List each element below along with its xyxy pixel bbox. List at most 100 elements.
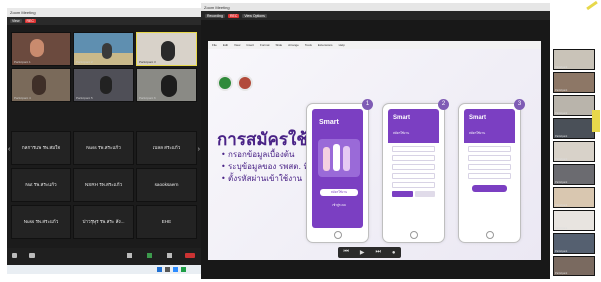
participant-figure [30, 39, 44, 57]
phone-header: Smart สมัครใช้งาน [464, 109, 515, 143]
menu-tools[interactable]: Tools [305, 43, 312, 47]
name-tile[interactable]: เบลล สระแก้ว [136, 131, 197, 165]
menu-insert[interactable]: Insert [246, 43, 254, 47]
main-window-titlebar: Zoom Meeting [201, 3, 550, 11]
tile-caption: Participant [555, 204, 568, 207]
next-icon[interactable]: ⏭ [375, 249, 380, 256]
next-page-arrow-icon[interactable]: › [198, 146, 200, 153]
illustration-people [318, 139, 360, 177]
phone-screen: Smart สมัครใช้งาน [464, 109, 515, 228]
participant-name: NSRH รพ.สระแก้ว [84, 182, 123, 188]
strip-video-tile[interactable]: Participant [553, 141, 595, 162]
tile-caption: Participant [555, 181, 568, 184]
strip-video-tile[interactable]: Participant [553, 95, 595, 116]
strip-video-tile[interactable]: Participant [553, 187, 595, 208]
chat-icon[interactable] [127, 253, 132, 258]
home-button-icon [333, 231, 342, 239]
menu-format[interactable]: Format [260, 43, 270, 47]
record-icon[interactable]: ● [392, 250, 396, 256]
menu-extensions[interactable]: Extensions [318, 43, 333, 47]
name-tile[interactable]: saooksaern [136, 168, 197, 202]
left-window-title: Zoom Meeting [10, 10, 36, 15]
strip-video-tile[interactable]: Participant [553, 118, 595, 139]
login-link[interactable]: เข้าสู่ระบบ [320, 203, 358, 208]
app-name: Smart [393, 115, 411, 121]
app-name: Smart [469, 115, 487, 121]
name-tile[interactable]: Nut รพ.สระแก้ว [11, 168, 71, 202]
participant-name: กลการแพ รพ.สมใจ [21, 145, 61, 151]
participant-name: Nuss รพ.สระแก้ว [86, 145, 121, 151]
strip-video-tile[interactable]: Participant [553, 164, 595, 185]
menu-help[interactable]: Help [339, 43, 345, 47]
view-options-pill[interactable]: View Options [242, 13, 267, 18]
start-icon[interactable] [157, 267, 162, 272]
phone-screen: Smart สมัครใช้งาน [388, 109, 439, 228]
zoom-app-icon[interactable] [173, 267, 178, 272]
rec-pill[interactable]: REC [24, 19, 36, 23]
option-button[interactable] [392, 191, 413, 197]
name-tile[interactable]: กลการแพ รพ.สมใจ [11, 131, 71, 165]
menu-file[interactable]: File [212, 43, 217, 47]
step-badge: 2 [438, 99, 449, 110]
recording-pill[interactable]: Recording [205, 13, 225, 18]
form-field[interactable] [468, 155, 511, 161]
video-tile[interactable]: Participant 1 [11, 32, 71, 66]
phone-mockup-1: Smart สมัครใช้งาน เข้าสู่ระบบ [306, 103, 369, 243]
participant-name: Nut รพ.สระแก้ว [25, 182, 57, 188]
form-field[interactable] [392, 164, 435, 170]
video-tile-active-speaker[interactable]: Participant 3 [136, 32, 197, 66]
submit-button[interactable] [472, 185, 507, 192]
video-tile[interactable]: Participant 2 [73, 32, 134, 66]
strip-video-tile[interactable]: Participant [553, 233, 595, 254]
menu-arrange[interactable]: Arrange [288, 43, 299, 47]
strip-video-tile[interactable]: Participant [553, 49, 595, 70]
participant-figure [161, 75, 177, 97]
form-field[interactable] [468, 164, 511, 170]
taskbar-app-icon[interactable] [181, 267, 186, 272]
prev-page-arrow-icon[interactable]: ‹ [8, 146, 10, 153]
step-badge: 3 [514, 99, 525, 110]
video-tile[interactable]: Participant 5 [73, 68, 134, 102]
name-tile[interactable]: EHE [136, 205, 197, 239]
strip-video-tile[interactable]: Participant [553, 210, 595, 231]
video-tile[interactable]: Participant 6 [136, 68, 197, 102]
rec-pill[interactable]: REC [227, 13, 240, 18]
menu-slide[interactable]: Slide [276, 43, 283, 47]
home-button-icon [409, 231, 418, 239]
menu-edit[interactable]: Edit [223, 43, 228, 47]
video-tile[interactable]: Participant 4 [11, 68, 71, 102]
form-field[interactable] [468, 173, 511, 179]
gender-options [392, 191, 435, 197]
strip-video-tile[interactable]: Participant [553, 256, 595, 276]
name-tile[interactable]: ปาวรุษุร รพ.สระ สัง... [73, 205, 134, 239]
form-field[interactable] [392, 146, 435, 152]
video-icon[interactable] [29, 253, 35, 258]
strip-video-tile[interactable]: Participant [553, 72, 595, 93]
form-field[interactable] [392, 182, 435, 188]
menu-view[interactable]: View [234, 43, 240, 47]
screen-title: สมัครใช้งาน [393, 131, 410, 135]
name-tile[interactable]: NSRH รพ.สระแก้ว [73, 168, 134, 202]
name-tile[interactable]: Nuss รพ.สระแก้ว [73, 131, 134, 165]
share-screen-icon[interactable] [147, 253, 152, 258]
form-field[interactable] [468, 146, 511, 152]
presentation-slide: การสมัครใช้งาน กรอกข้อมูลเบื้องต้น ระบุข… [208, 49, 541, 260]
tile-caption: Participant 3 [139, 60, 156, 64]
option-button[interactable] [414, 191, 435, 197]
previous-icon[interactable]: ⏮ [343, 249, 348, 256]
participant-figure [32, 75, 46, 95]
play-icon[interactable]: ▶ [360, 249, 365, 256]
figure [343, 146, 350, 171]
mute-icon[interactable] [12, 253, 17, 258]
leave-button[interactable] [185, 253, 195, 258]
taskbar-app-icon[interactable] [165, 267, 170, 272]
signup-button[interactable]: สมัครใช้งาน [320, 189, 358, 196]
form-field[interactable] [392, 173, 435, 179]
media-controls: ⏮ ▶ ⏭ ● [338, 247, 401, 258]
form-field[interactable] [392, 155, 435, 161]
name-tile[interactable]: Nuss รพ.สระแก้ว [11, 205, 71, 239]
hospital-seal-logo [237, 75, 253, 91]
tile-caption: Participant [555, 227, 568, 230]
view-pill[interactable]: View [10, 19, 22, 23]
reactions-icon[interactable] [167, 253, 172, 258]
